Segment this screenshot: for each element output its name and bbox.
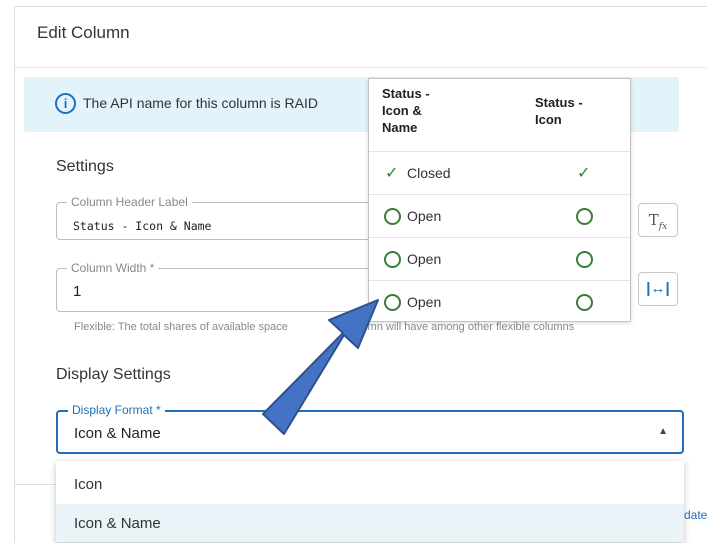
annotation-arrow-shape <box>262 299 379 435</box>
annotation-arrow <box>262 299 379 435</box>
